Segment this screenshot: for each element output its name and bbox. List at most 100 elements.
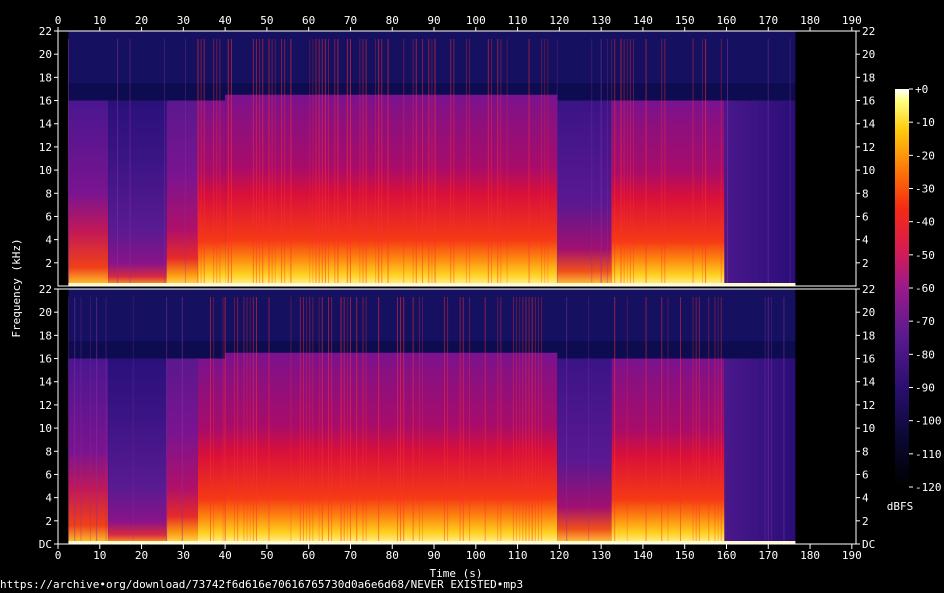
colorbar-tick-label: -60 [915, 282, 935, 295]
y-tick-label-left: 20 [39, 306, 52, 319]
x-tick-label-top: 180 [800, 14, 820, 27]
segment-silence [795, 31, 856, 286]
colorbar-tick-label: -40 [915, 216, 935, 229]
y-tick-label-left: 8 [45, 445, 52, 458]
segment-quiet [108, 100, 167, 286]
y-tick-label-right: 4 [862, 234, 869, 247]
colorbar: +0 -10 -20 -30 -40 -50 -60 -70 -80 -90 -100 -110 -12… [887, 83, 942, 513]
x-tick-label-top: 60 [302, 14, 315, 27]
x-tick-label-top: 100 [466, 14, 486, 27]
y-tick-label-left: 4 [45, 492, 52, 505]
segment-loud [197, 100, 226, 286]
x-tick-label-bottom: 0 [55, 549, 62, 562]
x-tick-label-bottom: 30 [177, 549, 190, 562]
x-tick-label-top: 10 [93, 14, 106, 27]
y-tick-label-left: DC [39, 538, 52, 551]
y-tick-label-right: 10 [862, 164, 875, 177]
x-tick-label-top: 70 [344, 14, 357, 27]
x-tick-label-top: 160 [717, 14, 737, 27]
y-tick-label-right: 14 [862, 118, 876, 131]
y-tick-label-left: 12 [39, 399, 52, 412]
segment-breakdown [557, 100, 612, 286]
colorbar-tick-label: -10 [915, 116, 935, 129]
upper-band [58, 31, 796, 84]
y-tick-label-left: 22 [39, 283, 52, 296]
y-tick-label-left: 2 [45, 515, 52, 528]
y-axis-label: Frequency (kHz) [10, 238, 23, 337]
segment-loud [611, 100, 725, 286]
colorbar-tick-label: -20 [915, 149, 935, 162]
y-tick-label-left: 14 [39, 118, 53, 131]
y-tick-label-left: 6 [45, 210, 52, 223]
x-tick-label-top: 140 [633, 14, 653, 27]
colorbar-label: dBFS [887, 500, 914, 513]
segment-fade-out [724, 100, 796, 286]
y-tick-label-right: 14 [862, 376, 876, 389]
x-tick-label-top: 20 [135, 14, 148, 27]
segment-loud [197, 358, 226, 544]
y-tick-label-left: 16 [39, 95, 52, 108]
y-tick-label-right: 6 [862, 468, 869, 481]
y-tick-label-left: 22 [39, 25, 52, 38]
x-tick-label-bottom: 60 [302, 549, 315, 562]
x-tick-label-top: 170 [758, 14, 778, 27]
colorbar-tick-label: -110 [915, 448, 942, 461]
y-tick-label-right: 8 [862, 445, 869, 458]
y-tick-label-right: 16 [862, 353, 875, 366]
x-tick-label-bottom: 120 [549, 549, 569, 562]
colorbar-tick-label: -90 [915, 382, 935, 395]
y-tick-label-right: 4 [862, 492, 869, 505]
segment-fade-out [724, 358, 796, 544]
colorbar-tick-label: -50 [915, 249, 935, 262]
channel-bottom-spectrogram [57, 288, 857, 545]
x-tick-label-bottom: 180 [800, 549, 820, 562]
x-tick-label-bottom: 140 [633, 549, 653, 562]
x-tick-label-bottom: 40 [218, 549, 231, 562]
x-tick-label-bottom: 190 [842, 549, 862, 562]
y-tick-label-left: 4 [45, 234, 52, 247]
x-tick-label-bottom: 90 [427, 549, 440, 562]
y-tick-label-right: 20 [862, 306, 875, 319]
x-tick-label-top: 110 [508, 14, 528, 27]
y-tick-label-right: 22 [862, 283, 875, 296]
colorbar-tick-label: -120 [915, 481, 942, 494]
colorbar-tick-label: -70 [915, 315, 935, 328]
x-tick-label-bottom: 160 [717, 549, 737, 562]
y-tick-label-right: 12 [862, 399, 875, 412]
colorbar-tick-label: -80 [915, 348, 935, 361]
y-tick-label-left: 10 [39, 422, 52, 435]
y-tick-label-right: DC [862, 538, 875, 551]
segment-silence [795, 289, 856, 544]
x-tick-label-bottom: 50 [260, 549, 273, 562]
y-tick-label-right: 12 [862, 141, 875, 154]
y-tick-label-right: 22 [862, 25, 875, 38]
y-tick-label-right: 2 [862, 257, 869, 270]
x-tick-label-top: 30 [177, 14, 190, 27]
channel-top-spectrogram [57, 30, 857, 287]
x-tick-label-bottom: 170 [758, 549, 778, 562]
segment-medium [166, 100, 198, 286]
x-tick-label-top: 130 [591, 14, 611, 27]
segment-silence [58, 31, 69, 286]
y-tick-label-right: 18 [862, 329, 875, 342]
colorbar-tick-label: -30 [915, 183, 935, 196]
y-tick-label-left: 8 [45, 187, 52, 200]
x-tick-label-bottom: 70 [344, 549, 357, 562]
y-tick-label-right: 20 [862, 48, 875, 61]
spectrogram-chart: 0 0 10 10 20 20 30 30 40 40 50 50 60 60 70 70 80 80 90 90 10… [10, 14, 942, 580]
y-tick-label-right: 2 [862, 515, 869, 528]
y-tick-label-right: 10 [862, 422, 875, 435]
x-tick-label-bottom: 110 [508, 549, 528, 562]
x-tick-label-top: 0 [55, 14, 62, 27]
x-tick-label-bottom: 80 [386, 549, 399, 562]
segment-silence [58, 289, 69, 544]
y-tick-label-left: 12 [39, 141, 52, 154]
x-tick-label-bottom: 20 [135, 549, 148, 562]
y-tick-label-left: 16 [39, 353, 52, 366]
x-tick-label-top: 90 [427, 14, 440, 27]
x-tick-label-top: 80 [386, 14, 399, 27]
y-tick-label-left: 20 [39, 48, 52, 61]
y-tick-label-right: 18 [862, 71, 875, 84]
colorbar-tick-label: -100 [915, 415, 942, 428]
segment-breakdown [557, 358, 612, 544]
